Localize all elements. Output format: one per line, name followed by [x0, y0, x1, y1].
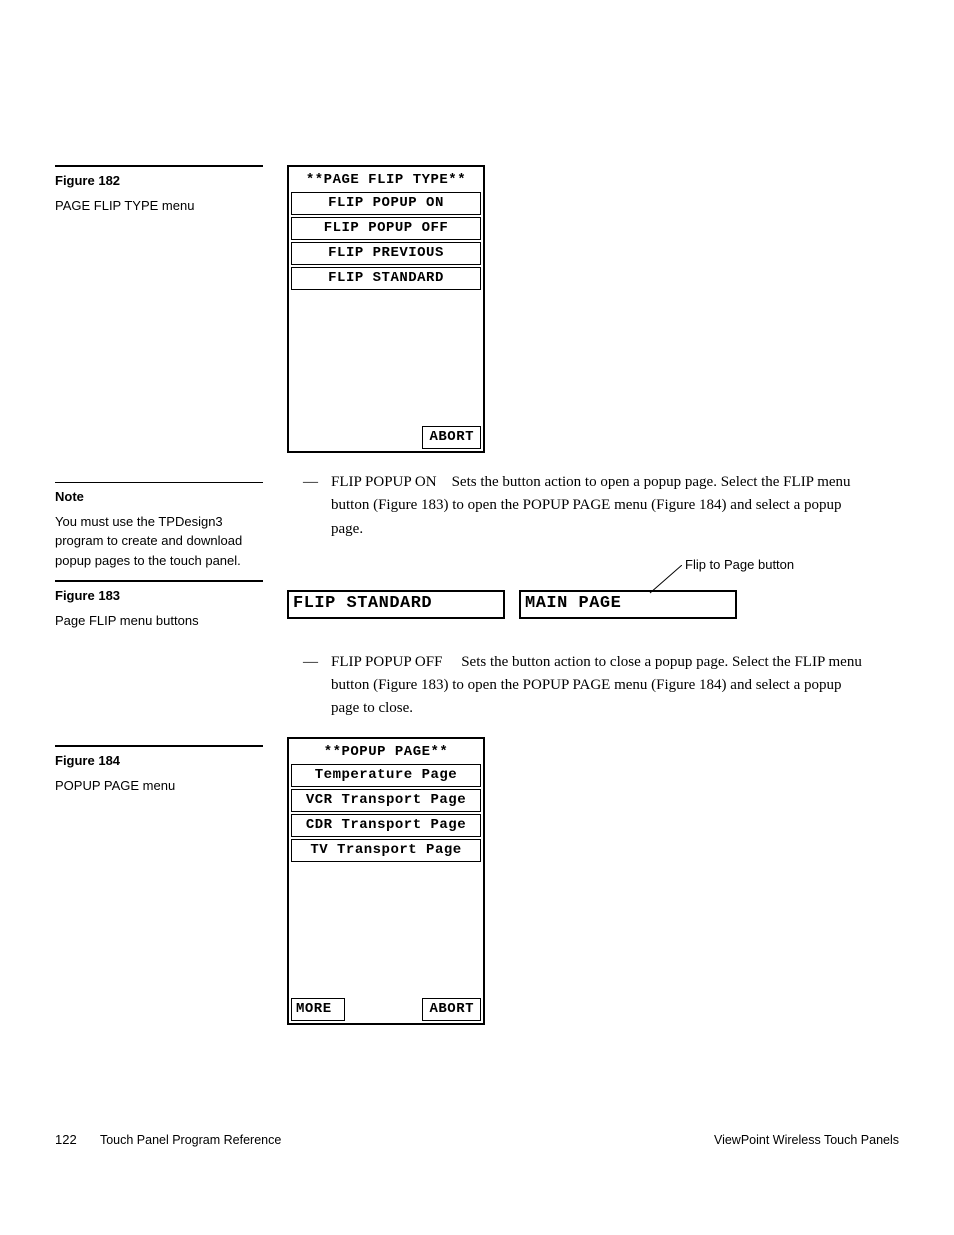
- menu-item-flip-standard[interactable]: FLIP STANDARD: [291, 267, 481, 290]
- menu-title: **PAGE FLIP TYPE**: [291, 169, 481, 192]
- figure-182-label-block: Figure 182 PAGE FLIP TYPE menu: [55, 165, 263, 216]
- note-label: Note: [55, 489, 263, 504]
- figure-183-buttons: Flip to Page button FLIP STANDARD MAIN P…: [287, 563, 899, 619]
- figure-183-label-block: Figure 183 Page FLIP menu buttons: [55, 580, 263, 631]
- menu-item-flip-popup-off[interactable]: FLIP POPUP OFF: [291, 217, 481, 240]
- page-flip-type-menu: **PAGE FLIP TYPE** FLIP POPUP ON FLIP PO…: [287, 165, 485, 453]
- figure-184-caption: POPUP PAGE menu: [55, 776, 263, 796]
- figure-182-label: Figure 182: [55, 173, 263, 188]
- menu-item-flip-previous[interactable]: FLIP PREVIOUS: [291, 242, 481, 265]
- note-text: You must use the TPDesign3 program to cr…: [55, 512, 263, 571]
- menu-item-temperature[interactable]: Temperature Page: [291, 764, 481, 787]
- paragraph-flip-popup-on: — FLIP POPUP ON Sets the button action t…: [303, 471, 899, 541]
- footer-right: ViewPoint Wireless Touch Panels: [714, 1133, 899, 1147]
- menu-item-vcr-transport[interactable]: VCR Transport Page: [291, 789, 481, 812]
- paragraph-flip-popup-off: — FLIP POPUP OFF Sets the button action …: [303, 651, 899, 721]
- figure-183-label: Figure 183: [55, 588, 263, 603]
- page-number: 122: [55, 1132, 77, 1147]
- menu-item-tv-transport[interactable]: TV Transport Page: [291, 839, 481, 862]
- main-page-button[interactable]: MAIN PAGE: [519, 590, 737, 619]
- abort-button[interactable]: ABORT: [422, 426, 481, 449]
- para2-lead: FLIP POPUP OFF: [331, 654, 442, 670]
- footer-left: Touch Panel Program Reference: [100, 1133, 281, 1147]
- callout-line-icon: [642, 565, 682, 595]
- menu-item-flip-popup-on[interactable]: FLIP POPUP ON: [291, 192, 481, 215]
- flip-standard-button[interactable]: FLIP STANDARD: [287, 590, 505, 619]
- menu-title: **POPUP PAGE**: [291, 741, 481, 764]
- more-button[interactable]: MORE: [291, 998, 345, 1021]
- callout-flip-to-page: Flip to Page button: [685, 557, 794, 572]
- figure-184-label: Figure 184: [55, 753, 263, 768]
- figure-182-caption: PAGE FLIP TYPE menu: [55, 196, 263, 216]
- abort-button[interactable]: ABORT: [422, 998, 481, 1021]
- page-footer: 122 Touch Panel Program Reference ViewPo…: [55, 1132, 899, 1147]
- para1-lead: FLIP POPUP ON: [331, 474, 437, 490]
- figure-184-label-block: Figure 184 POPUP PAGE menu: [55, 745, 263, 796]
- popup-page-menu: **POPUP PAGE** Temperature Page VCR Tran…: [287, 737, 485, 1025]
- note-block: Note You must use the TPDesign3 program …: [55, 482, 263, 571]
- figure-183-caption: Page FLIP menu buttons: [55, 611, 263, 631]
- menu-item-cdr-transport[interactable]: CDR Transport Page: [291, 814, 481, 837]
